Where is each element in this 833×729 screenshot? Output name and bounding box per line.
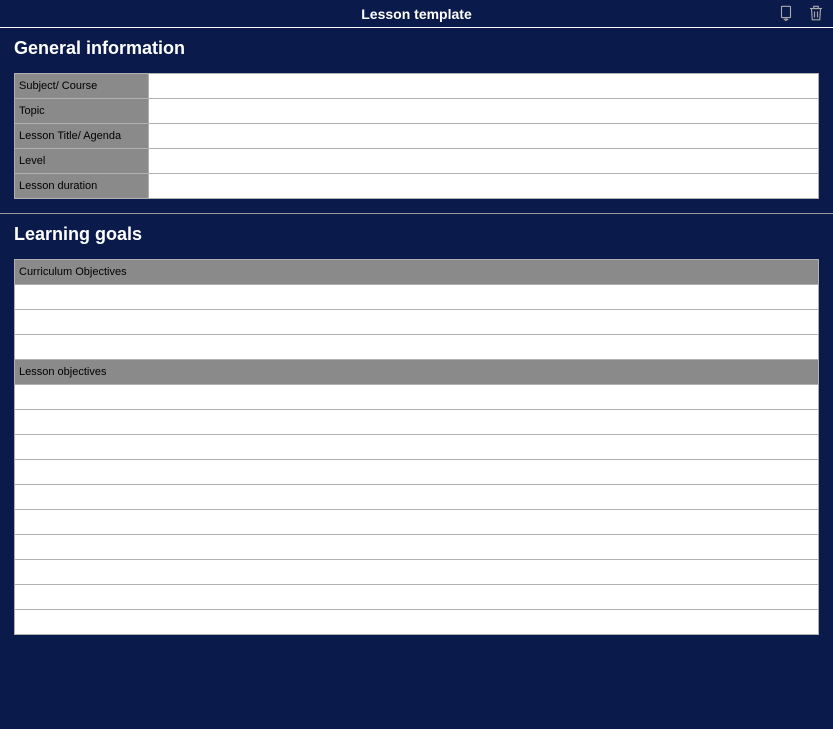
learning-goals-section: Learning goals Curriculum Objectives Les… — [0, 213, 833, 649]
table-row — [15, 510, 819, 535]
field-label: Topic — [15, 99, 149, 124]
table-row — [15, 560, 819, 585]
trash-icon[interactable] — [807, 4, 825, 22]
table-row — [15, 610, 819, 635]
content-area: General information Subject/ Course Topi… — [0, 28, 833, 649]
table-row — [15, 535, 819, 560]
table-row: Lesson duration — [15, 174, 819, 199]
objective-cell[interactable] — [15, 485, 819, 510]
field-label: Lesson duration — [15, 174, 149, 199]
objective-cell[interactable] — [15, 435, 819, 460]
objective-cell[interactable] — [15, 335, 819, 360]
table-row: Lesson Title/ Agenda — [15, 124, 819, 149]
table-row — [15, 385, 819, 410]
objective-cell[interactable] — [15, 385, 819, 410]
table-header-row: Curriculum Objectives — [15, 260, 819, 285]
field-value[interactable] — [149, 74, 819, 99]
curriculum-objectives-table: Curriculum Objectives Lesson objectives — [14, 259, 819, 635]
table-row — [15, 310, 819, 335]
table-row — [15, 410, 819, 435]
general-information-section: General information Subject/ Course Topi… — [0, 28, 833, 213]
objective-cell[interactable] — [15, 510, 819, 535]
header-bar: Lesson template — [0, 0, 833, 28]
field-label: Lesson Title/ Agenda — [15, 124, 149, 149]
page-title: Lesson template — [361, 6, 471, 22]
objective-cell[interactable] — [15, 460, 819, 485]
field-value[interactable] — [149, 124, 819, 149]
header-actions — [777, 4, 825, 22]
objective-cell[interactable] — [15, 410, 819, 435]
field-label: Subject/ Course — [15, 74, 149, 99]
table-row — [15, 485, 819, 510]
field-value[interactable] — [149, 99, 819, 124]
objective-cell[interactable] — [15, 535, 819, 560]
lesson-objectives-header: Lesson objectives — [15, 360, 819, 385]
objective-cell[interactable] — [15, 610, 819, 635]
field-value[interactable] — [149, 149, 819, 174]
table-row — [15, 585, 819, 610]
objective-cell[interactable] — [15, 585, 819, 610]
table-row: Subject/ Course — [15, 74, 819, 99]
table-row — [15, 285, 819, 310]
table-row — [15, 435, 819, 460]
objective-cell[interactable] — [15, 285, 819, 310]
table-row: Level — [15, 149, 819, 174]
section-title-learning-goals: Learning goals — [14, 224, 819, 245]
table-row — [15, 335, 819, 360]
table-row — [15, 460, 819, 485]
objective-cell[interactable] — [15, 560, 819, 585]
section-title-general: General information — [14, 38, 819, 59]
curriculum-objectives-header: Curriculum Objectives — [15, 260, 819, 285]
general-info-table: Subject/ Course Topic Lesson Title/ Agen… — [14, 73, 819, 199]
bookmark-icon[interactable] — [777, 4, 795, 22]
table-row: Topic — [15, 99, 819, 124]
table-header-row: Lesson objectives — [15, 360, 819, 385]
field-value[interactable] — [149, 174, 819, 199]
field-label: Level — [15, 149, 149, 174]
objective-cell[interactable] — [15, 310, 819, 335]
